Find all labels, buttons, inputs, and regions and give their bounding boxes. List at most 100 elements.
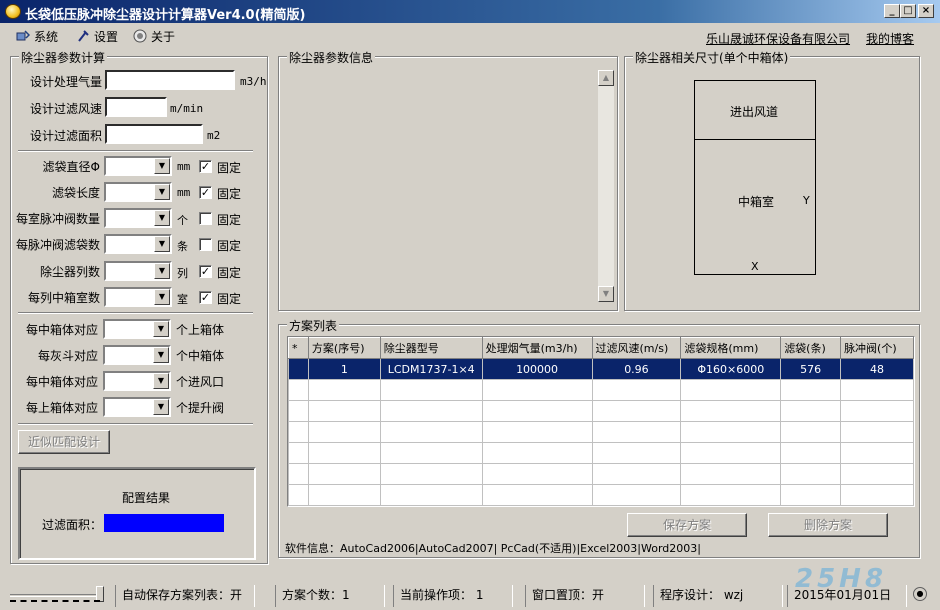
menu-system[interactable]: 系统: [16, 27, 58, 45]
air-volume-input[interactable]: [105, 70, 235, 90]
bag-length-fixed-checkbox[interactable]: ✓: [199, 186, 212, 199]
columns-unit: 列: [177, 267, 188, 280]
fixed-label: 固定: [217, 239, 242, 253]
x-dimension-label: X: [751, 260, 759, 273]
hopper-select[interactable]: ▼: [103, 345, 171, 365]
valves-per-room-select[interactable]: ▼: [104, 208, 172, 228]
window-title: 长袋低压脉冲除尘器设计计算器Ver4.0(精简版): [25, 8, 306, 23]
fixed-label: 固定: [217, 213, 242, 227]
table-row[interactable]: [288, 421, 914, 443]
rooms-per-column-fixed-checkbox[interactable]: ✓: [199, 291, 212, 304]
column-header[interactable]: 过滤风速(m/s): [591, 337, 682, 359]
menu-system-label: 系统: [34, 29, 59, 44]
separator: [18, 312, 253, 314]
columns-fixed-checkbox[interactable]: ✓: [199, 265, 212, 278]
bag-diameter-fixed-checkbox[interactable]: ✓: [199, 160, 212, 173]
info-scrollbar[interactable]: ▲ ▼: [598, 70, 614, 302]
minimize-button[interactable]: _: [884, 4, 900, 18]
upper-box-select[interactable]: ▼: [103, 319, 171, 339]
rooms-per-column-unit: 室: [177, 293, 188, 306]
fixed-label: 固定: [217, 292, 242, 306]
menu-settings-label: 设置: [94, 29, 119, 44]
chevron-down-icon: ▼: [153, 373, 169, 389]
table-cell: LCDM1737-1×4: [379, 358, 483, 380]
separator: [18, 423, 253, 425]
system-icon: [16, 30, 30, 41]
status-current-op: 当前操作项： 1: [393, 585, 513, 607]
result-area-bar: [104, 514, 224, 532]
scroll-down-icon[interactable]: ▼: [598, 286, 614, 302]
table-cell: 0.96: [591, 358, 682, 380]
upper-box-unit: 个上箱体: [176, 323, 225, 337]
status-auto-save: 自动保存方案列表：开: [115, 585, 255, 607]
lift-valve-label: 每上箱体对应: [25, 401, 98, 415]
status-plan-count: 方案个数：1: [275, 585, 385, 607]
fixed-label: 固定: [217, 266, 242, 280]
table-row[interactable]: 1 LCDM1737-1×4 100000 0.96 Φ160×6000 576…: [288, 358, 914, 380]
column-header[interactable]: *: [288, 337, 309, 359]
table-row[interactable]: [288, 463, 914, 485]
result-area-label: 过滤面积：: [42, 518, 103, 532]
table-row[interactable]: [288, 400, 914, 422]
chevron-down-icon: ▼: [154, 236, 170, 252]
rooms-per-column-select[interactable]: ▼: [104, 287, 172, 307]
lift-valve-select[interactable]: ▼: [103, 397, 171, 417]
valves-per-room-label: 每室脉冲阀数量: [15, 212, 100, 226]
column-header[interactable]: 滤袋规格(mm): [680, 337, 782, 359]
table-row[interactable]: [288, 484, 914, 506]
delete-plan-button[interactable]: 删除方案: [768, 513, 888, 537]
fixed-label: 固定: [217, 161, 242, 175]
column-header[interactable]: 脉冲阀(个): [840, 337, 914, 359]
chevron-down-icon: ▼: [153, 321, 169, 337]
scroll-up-icon[interactable]: ▲: [598, 70, 614, 86]
inlet-select[interactable]: ▼: [103, 371, 171, 391]
bag-length-unit: mm: [177, 186, 191, 199]
status-on-top: 窗口置顶：开: [525, 585, 645, 607]
bag-length-select[interactable]: ▼: [104, 182, 172, 202]
maximize-button[interactable]: □: [900, 4, 916, 18]
separator: [18, 150, 253, 152]
lift-valve-unit: 个提升阀: [176, 401, 225, 415]
valves-per-room-unit: 个: [177, 214, 188, 227]
blog-link[interactable]: 我的博客: [866, 30, 914, 47]
table-row[interactable]: [288, 442, 914, 464]
filter-speed-input[interactable]: [105, 97, 167, 117]
company-link[interactable]: 乐山晟诚环保设备有限公司: [706, 30, 850, 47]
duct-label: 进出风道: [730, 105, 779, 119]
table-row[interactable]: [288, 379, 914, 401]
y-dimension-label: Y: [803, 194, 810, 207]
result-box: 配置结果 过滤面积：: [18, 467, 256, 560]
table-cell: 1: [307, 358, 381, 380]
table-cell: 100000: [481, 358, 593, 380]
status-slider[interactable]: [10, 586, 104, 604]
bags-per-valve-select[interactable]: ▼: [104, 234, 172, 254]
inlet-label: 每中箱体对应: [25, 375, 98, 389]
chevron-down-icon: ▼: [154, 184, 170, 200]
filter-speed-unit: m/min: [170, 102, 204, 115]
bag-diameter-label: 滤袋直径Φ: [42, 160, 100, 174]
match-design-button[interactable]: 近似匹配设计: [18, 430, 110, 454]
column-header[interactable]: 处理烟气量(m3/h): [481, 337, 593, 359]
valves-per-room-fixed-checkbox[interactable]: [199, 212, 212, 225]
column-header[interactable]: 除尘器型号: [379, 337, 483, 359]
menu-settings[interactable]: 设置: [76, 27, 118, 45]
about-icon: [133, 29, 147, 43]
menu-about[interactable]: 关于: [133, 27, 175, 45]
chevron-down-icon: ▼: [153, 347, 169, 363]
close-button[interactable]: ×: [918, 4, 934, 18]
plan-table: * 方案(序号) 除尘器型号 处理烟气量(m3/h) 过滤风速(m/s) 滤袋规…: [288, 337, 914, 506]
chevron-down-icon: ▼: [154, 289, 170, 305]
dimension-diagram: 进出风道 中箱室 Y X: [694, 80, 816, 275]
info-title: 除尘器参数信息: [287, 49, 376, 66]
menu-about-label: 关于: [151, 29, 176, 44]
menu-bar: 系统 设置 关于 乐山晟诚环保设备有限公司 我的博客: [0, 23, 940, 47]
column-header[interactable]: 滤袋(条): [780, 337, 842, 359]
bags-per-valve-fixed-checkbox[interactable]: [199, 238, 212, 251]
filter-area-input[interactable]: [105, 124, 203, 144]
air-volume-label: 设计处理气量: [29, 75, 102, 89]
air-volume-unit: m3/h: [240, 75, 267, 88]
bag-diameter-select[interactable]: ▼: [104, 156, 172, 176]
save-plan-button[interactable]: 保存方案: [627, 513, 747, 537]
columns-select[interactable]: ▼: [104, 261, 172, 281]
column-header[interactable]: 方案(序号): [307, 337, 381, 359]
